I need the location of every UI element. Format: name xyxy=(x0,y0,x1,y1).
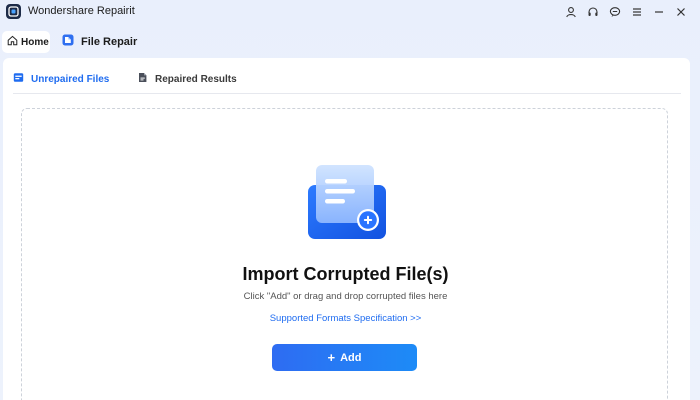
file-repair-label: File Repair xyxy=(81,36,138,48)
headset-icon[interactable] xyxy=(582,3,604,21)
home-label: Home xyxy=(21,36,49,48)
unrepaired-files-icon xyxy=(13,72,24,86)
drop-zone[interactable]: Import Corrupted File(s) Click "Add" or … xyxy=(21,108,668,400)
chat-icon[interactable] xyxy=(604,3,626,21)
supported-formats-link[interactable]: Supported Formats Specification >> xyxy=(22,313,669,324)
add-button[interactable]: + Add xyxy=(272,344,417,371)
tab-unrepaired-files[interactable]: Unrepaired Files xyxy=(13,64,109,94)
import-instructions: Click "Add" or drag and drop corrupted f… xyxy=(243,291,448,302)
repaired-results-icon xyxy=(137,72,148,86)
app-title: Wondershare Repairit xyxy=(28,5,135,17)
tab-unrepaired-files-label: Unrepaired Files xyxy=(31,73,110,85)
plus-icon: + xyxy=(327,350,336,365)
tab-bar: Unrepaired Files Repaired Results xyxy=(13,64,681,94)
minimize-icon[interactable] xyxy=(648,3,670,21)
file-repair-icon xyxy=(62,33,74,51)
menu-icon[interactable] xyxy=(626,3,648,21)
file-repair-tab[interactable]: File Repair xyxy=(62,31,137,53)
main-panel: Unrepaired Files Repaired Results Import… xyxy=(3,58,690,400)
title-bar: Wondershare Repairit xyxy=(0,0,700,24)
app-window: Wondershare Repairit Home File Repair Un… xyxy=(0,0,700,400)
tab-repaired-results[interactable]: Repaired Results xyxy=(137,64,237,94)
tab-repaired-results-label: Repaired Results xyxy=(155,73,237,85)
home-button[interactable]: Home xyxy=(2,31,50,53)
app-logo-icon xyxy=(6,4,21,19)
nav-bar: Home File Repair xyxy=(0,29,700,55)
add-button-label: Add xyxy=(340,351,362,364)
import-title: Import Corrupted File(s) xyxy=(242,264,449,284)
close-icon[interactable] xyxy=(670,3,692,21)
account-icon[interactable] xyxy=(560,3,582,21)
import-files-icon xyxy=(302,163,392,243)
window-controls xyxy=(560,3,692,21)
home-icon xyxy=(7,33,18,51)
